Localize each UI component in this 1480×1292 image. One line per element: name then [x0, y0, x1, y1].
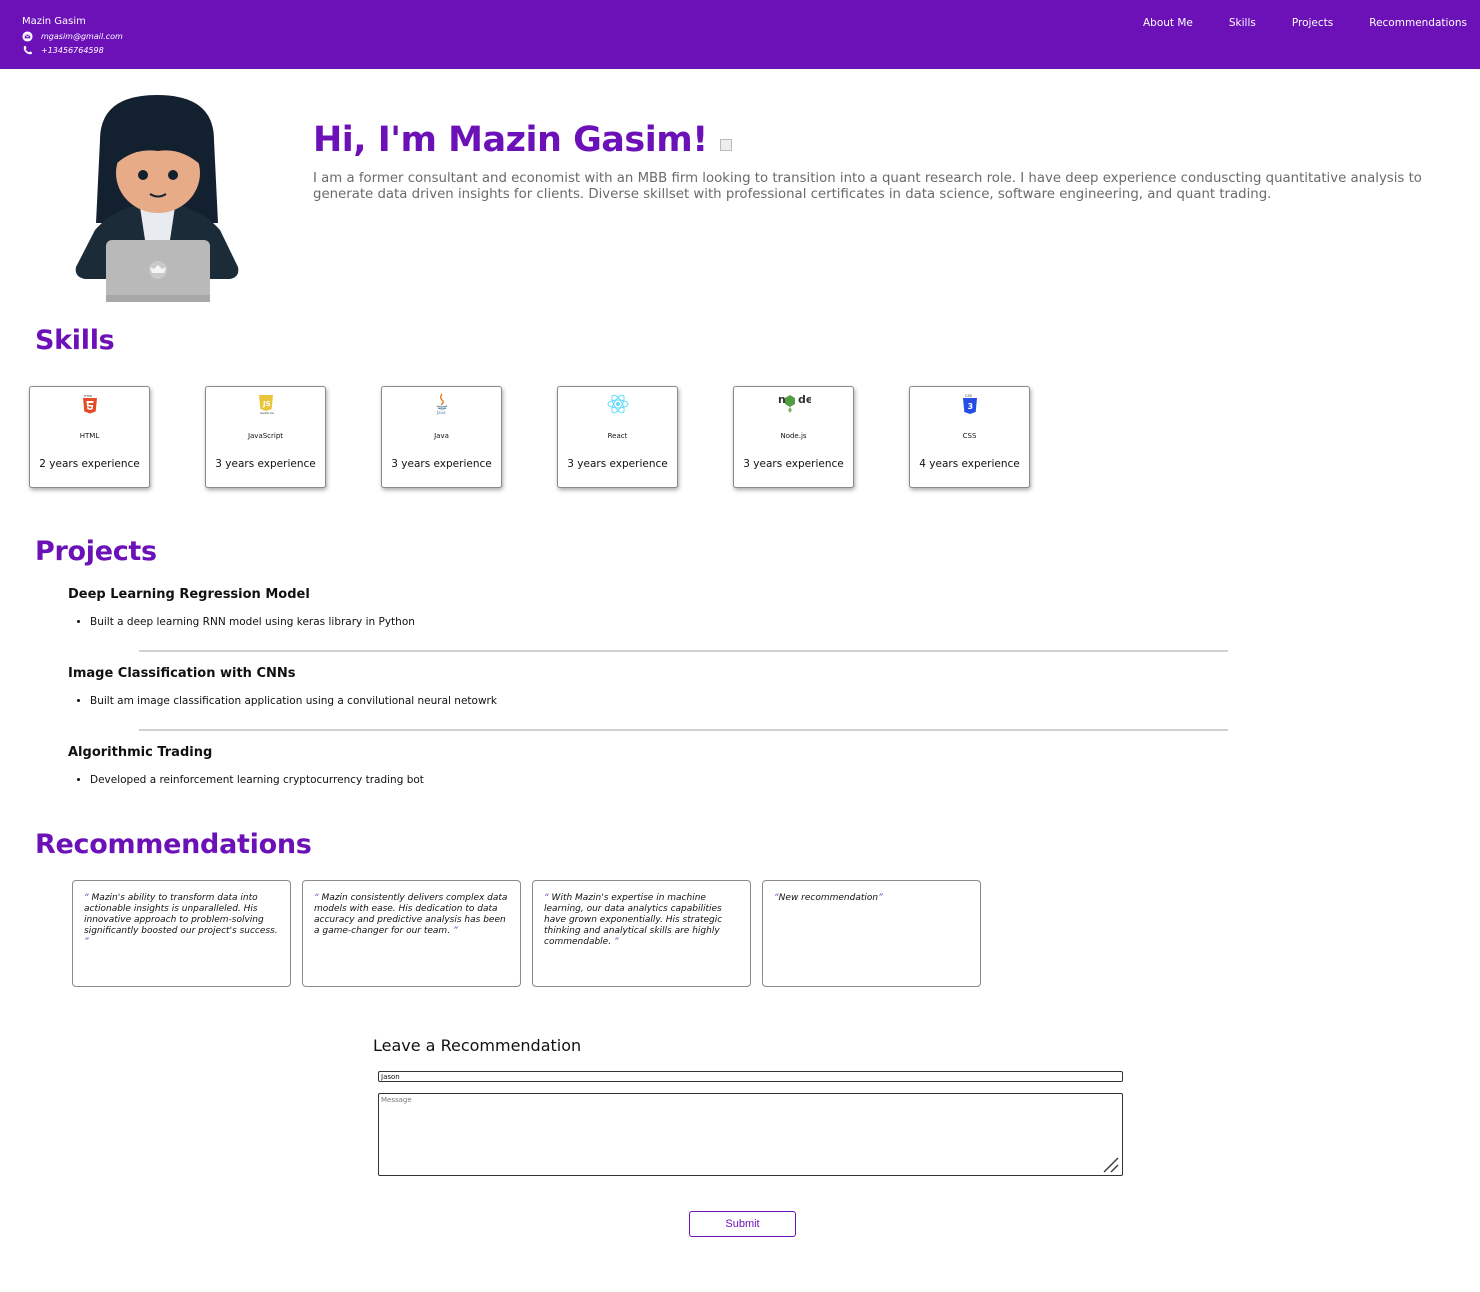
skill-card-react: React 3 years experience — [557, 386, 678, 488]
project-title: Image Classification with CNNs — [68, 666, 296, 681]
recommendation-text: Mazin consistently delivers complex data… — [314, 893, 508, 936]
skill-card-css: CSS 3 CSS 4 years experience — [909, 386, 1030, 488]
recommendations-heading: Recommendations — [35, 829, 312, 860]
skill-experience: 4 years experience — [919, 458, 1020, 470]
recommendation-text: New recommendation — [778, 893, 879, 903]
skill-card-javascript: JS JavaScript JavaScript 3 years experien… — [205, 386, 326, 488]
open-quote-icon: “ — [84, 893, 89, 903]
phone-text[interactable]: +13456764598 — [41, 46, 104, 55]
submit-button[interactable]: Submit — [689, 1211, 796, 1237]
react-icon — [558, 393, 677, 415]
contact-block: Mazin Gasim mgasim@gmail.com +1345676459… — [22, 16, 123, 57]
skill-name: HTML — [79, 432, 100, 440]
recommendation-card: “New recommendation” — [762, 880, 981, 987]
project-title: Algorithmic Trading — [68, 745, 213, 760]
skill-experience: 3 years experience — [567, 458, 668, 470]
skill-card-nodejs: n de Node.js 3 years experience — [733, 386, 854, 488]
nodejs-icon: n de — [734, 393, 853, 415]
html5-icon: HTML — [30, 393, 149, 415]
phone-icon — [23, 45, 33, 55]
project-item: Deep Learning Regression Model Built a d… — [68, 587, 1228, 628]
skill-name: JavaScript — [247, 432, 284, 440]
nav-recommendations[interactable]: Recommendations — [1369, 17, 1467, 29]
close-quote-icon: ” — [878, 893, 883, 903]
project-bullet: Built am image classification applicatio… — [90, 695, 1228, 707]
skill-name: Node.js — [780, 432, 807, 440]
resize-handle-icon[interactable] — [1102, 1156, 1120, 1174]
broken-image-icon — [719, 139, 732, 151]
nav-about-me[interactable]: About Me — [1143, 17, 1193, 29]
open-quote-icon: “ — [314, 893, 319, 903]
skill-card-html: HTML HTML 2 years experience — [29, 386, 150, 488]
message-textarea[interactable] — [378, 1093, 1123, 1176]
project-item: Algorithmic Trading Developed a reinforc… — [68, 745, 1228, 786]
close-quote-icon: ” — [613, 937, 619, 947]
hero-intro: I am a former consultant and economist w… — [313, 171, 1422, 202]
project-bullet: Built a deep learning RNN model using ke… — [90, 616, 1228, 628]
email-text[interactable]: mgasim@gmail.com — [41, 32, 123, 41]
svg-text:n: n — [778, 393, 786, 406]
css3-icon: CSS 3 — [910, 393, 1029, 415]
phone-line: +13456764598 — [22, 44, 123, 57]
svg-text:Java: Java — [436, 410, 446, 415]
project-divider — [139, 729, 1228, 731]
recommendation-card: “ Mazin's ability to transform data into… — [72, 880, 291, 987]
skill-name: React — [607, 432, 628, 440]
svg-text:3: 3 — [967, 402, 973, 411]
recommendations-list: “ Mazin's ability to transform data into… — [72, 880, 992, 987]
email-line: mgasim@gmail.com — [22, 30, 123, 43]
svg-text:JavaScript: JavaScript — [259, 411, 274, 414]
skill-name: Java — [434, 432, 449, 440]
nav-projects[interactable]: Projects — [1292, 17, 1333, 29]
recommendation-card: “ Mazin consistently delivers complex da… — [302, 880, 521, 987]
skill-experience: 2 years experience — [39, 458, 140, 470]
recommendation-text: With Mazin's expertise in machine learni… — [544, 893, 723, 947]
skill-experience: 3 years experience — [743, 458, 844, 470]
project-bullet: Developed a reinforcement learning crypt… — [90, 774, 1228, 786]
project-title: Deep Learning Regression Model — [68, 587, 310, 602]
skill-experience: 3 years experience — [215, 458, 316, 470]
close-quote-icon: ” — [452, 926, 458, 936]
skills-heading: Skills — [35, 325, 115, 356]
email-icon — [22, 31, 33, 42]
name-input[interactable] — [378, 1071, 1123, 1082]
recommendation-text: Mazin's ability to transform data into a… — [84, 893, 278, 936]
top-header: Mazin Gasim mgasim@gmail.com +1345676459… — [0, 0, 1480, 69]
projects-heading: Projects — [35, 536, 157, 567]
skill-name: CSS — [962, 432, 977, 440]
svg-text:JS: JS — [262, 400, 271, 408]
open-quote-icon: “ — [544, 893, 549, 903]
project-divider — [139, 650, 1228, 652]
nav-skills[interactable]: Skills — [1229, 17, 1256, 29]
svg-text:CSS: CSS — [965, 394, 973, 398]
skill-experience: 3 years experience — [391, 458, 492, 470]
form-title: Leave a Recommendation — [373, 1036, 582, 1055]
java-icon: Java — [382, 393, 501, 415]
skills-list: HTML HTML 2 years experience JS JavaScrip… — [29, 386, 1085, 488]
recommendation-card: “ With Mazin's expertise in machine lear… — [532, 880, 751, 987]
project-item: Image Classification with CNNs Built am … — [68, 666, 1228, 707]
skill-card-java: Java Java 3 years experience — [381, 386, 502, 488]
svg-text:de: de — [798, 393, 811, 406]
main-nav: About Me Skills Projects Recommendations — [1107, 17, 1467, 29]
close-quote-icon: ” — [84, 937, 89, 947]
header-name: Mazin Gasim — [22, 16, 86, 27]
svg-text:HTML: HTML — [84, 394, 93, 398]
javascript-icon: JS JavaScript — [206, 393, 325, 415]
hero-title: Hi, I'm Mazin Gasim! — [313, 120, 732, 160]
profile-avatar — [75, 95, 239, 302]
hero-title-text: Hi, I'm Mazin Gasim! — [313, 120, 708, 160]
